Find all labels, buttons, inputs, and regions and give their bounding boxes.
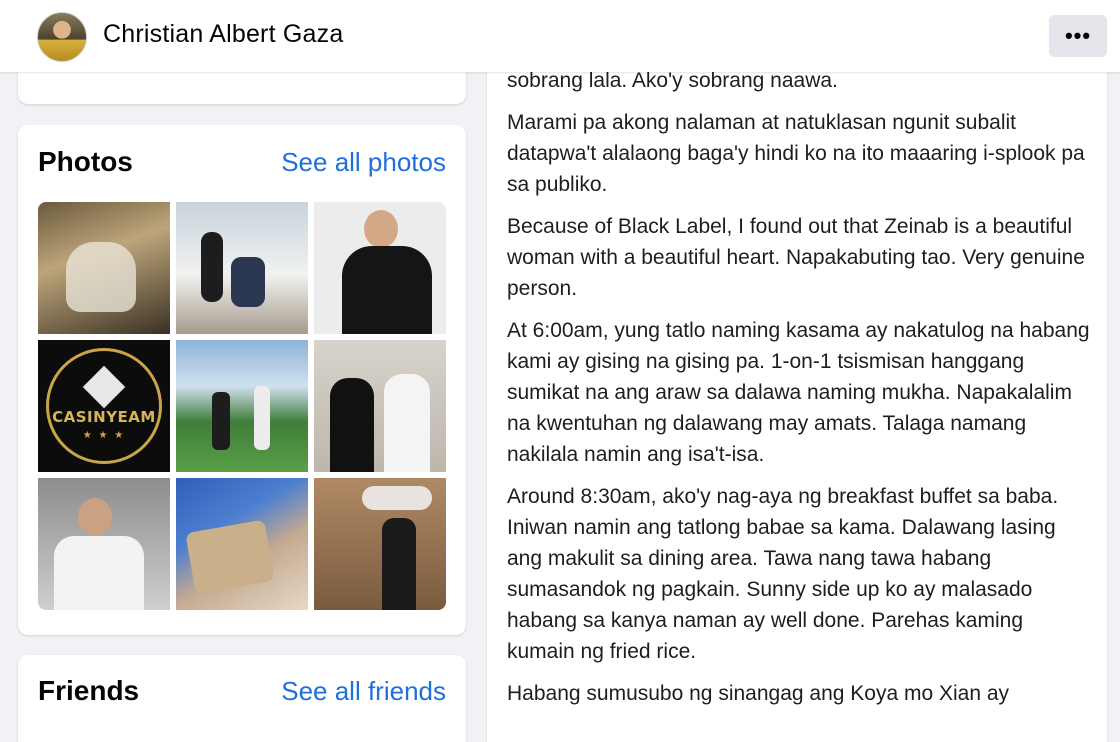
photo-man-hospital-bed[interactable] bbox=[38, 478, 170, 610]
post-text: years. Kung mariinig niyo lang ang bawat… bbox=[507, 40, 1092, 720]
photos-grid: CASINYEAM ★ ★ ★ bbox=[38, 202, 446, 610]
stars-icon: ★ ★ ★ bbox=[82, 429, 126, 441]
dice-icon bbox=[82, 365, 126, 408]
photo-two-men-garden[interactable] bbox=[176, 340, 308, 472]
more-options-button[interactable]: ••• bbox=[1049, 15, 1107, 57]
casinyeam-logo-text: CASINYEAM bbox=[52, 407, 156, 426]
photo-cash-bundle[interactable] bbox=[176, 478, 308, 610]
see-all-friends-link[interactable]: See all friends bbox=[281, 676, 446, 707]
post-paragraph: Because of Black Label, I found out that… bbox=[507, 215, 1085, 300]
photos-title: Photos bbox=[38, 146, 133, 177]
photo-casinyeam-logo[interactable]: CASINYEAM ★ ★ ★ bbox=[38, 340, 170, 472]
photo-group-store[interactable] bbox=[314, 478, 446, 610]
photos-card: Photos See all photos CASINYEAM ★ ★ ★ bbox=[18, 125, 466, 635]
friends-card: Friends See all friends bbox=[18, 655, 466, 742]
avatar[interactable] bbox=[37, 12, 87, 62]
profile-header-bar: Christian Albert Gaza ••• bbox=[0, 0, 1120, 72]
post-paragraph: At 6:00am, yung tatlo naming kasama ay n… bbox=[507, 319, 1090, 466]
casinyeam-logo-icon: CASINYEAM ★ ★ ★ bbox=[46, 348, 162, 464]
photo-couple-laptop[interactable] bbox=[176, 202, 308, 334]
post-paragraph: Around 8:30am, ako'y nag-aya ng breakfas… bbox=[507, 485, 1059, 663]
photo-airplane-cabin[interactable] bbox=[38, 202, 170, 334]
post-card: years. Kung mariinig niyo lang ang bawat… bbox=[487, 40, 1107, 742]
post-paragraph: Marami pa akong nalaman at natuklasan ng… bbox=[507, 111, 1085, 196]
profile-name[interactable]: Christian Albert Gaza bbox=[103, 20, 343, 49]
photo-man-in-suit[interactable] bbox=[314, 202, 446, 334]
friends-title: Friends bbox=[38, 675, 140, 706]
photo-two-men-plants[interactable] bbox=[314, 340, 446, 472]
see-all-photos-link[interactable]: See all photos bbox=[281, 147, 446, 178]
post-paragraph: Habang sumusubo ng sinangag ang Koya mo … bbox=[507, 682, 1010, 705]
